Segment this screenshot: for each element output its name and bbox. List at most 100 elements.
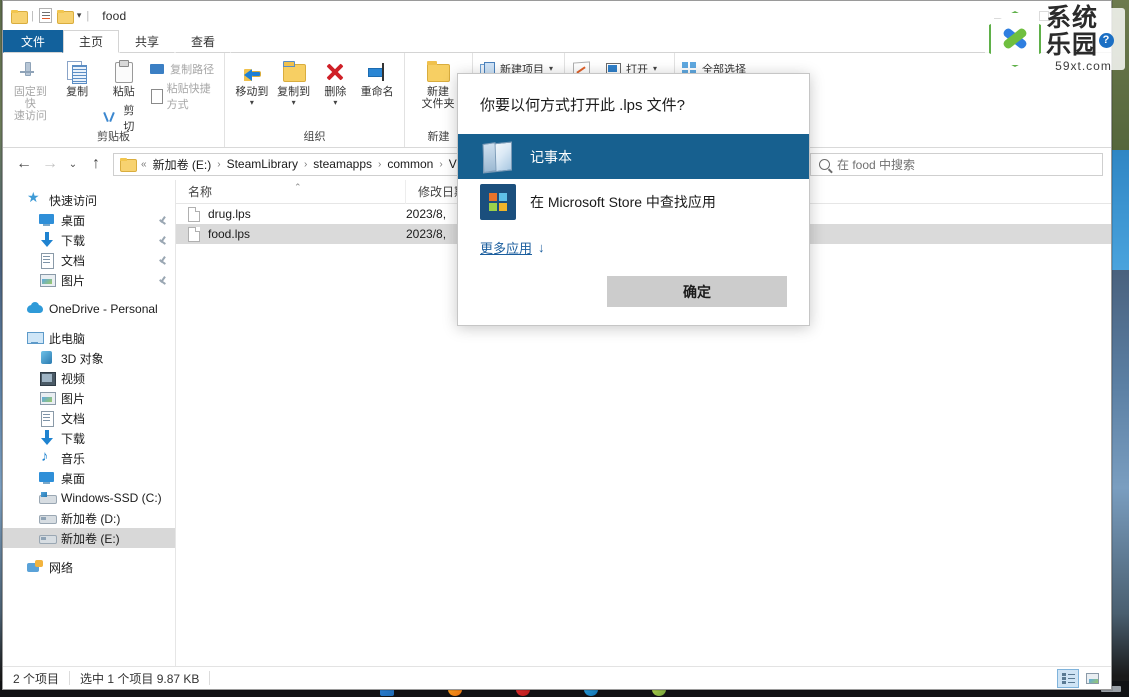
dialog-option-microsoft-store[interactable]: 在 Microsoft Store 中查找应用 [458,179,809,224]
sidebar-gap-3 [3,548,175,557]
sidebar-item-music[interactable]: 音乐 [3,448,175,468]
dialog-option-notepad[interactable]: 记事本 [458,134,809,179]
sidebar-item-downloads[interactable]: 下载 [3,428,175,448]
large-icons-view-button[interactable] [1081,669,1103,688]
download-icon [39,430,55,446]
title-bar: | ▾ | food ✕ [3,1,1111,30]
breadcrumb-item-3[interactable]: common [387,157,433,171]
copy-to-chevron-down-icon[interactable]: ▾ [292,100,296,106]
pin-icon[interactable] [158,276,167,285]
up-button[interactable]: ↑ [83,151,109,177]
maximize-button[interactable] [1021,1,1066,30]
os-drive-icon [39,490,55,506]
documents-icon [39,410,55,426]
breadcrumb-separator-1[interactable]: › [302,159,309,170]
sidebar-item-pictures[interactable]: 图片 [3,388,175,408]
search-box[interactable]: 在 food 中搜索 [811,153,1103,176]
drive-icon [39,530,55,546]
tab-home[interactable]: 主页 [63,30,119,53]
tab-share[interactable]: 共享 [119,30,175,53]
qat-divider-1: | [31,10,34,22]
breadcrumb-separator-3[interactable]: › [437,159,444,170]
navigation-pane[interactable]: 快速访问 桌面 下载 文档 图片 [3,180,176,666]
sidebar-item-downloads-qa[interactable]: 下载 [3,230,175,250]
videos-icon [39,370,55,386]
breadcrumb-overflow-icon[interactable]: « [139,159,149,170]
dialog-more-apps-label: 更多应用 [480,238,532,257]
delete-chevron-down-icon[interactable]: ▾ [333,100,337,106]
organize-group-title: 组织 [231,128,398,146]
properties-icon[interactable] [39,8,52,23]
breadcrumb-separator-0[interactable]: › [215,159,222,170]
breadcrumb-item-1[interactable]: SteamLibrary [227,157,298,171]
breadcrumb-item-4[interactable]: V [449,157,457,171]
paste-button[interactable]: 粘贴 剪切 [102,56,145,134]
sidebar-item-videos[interactable]: 视频 [3,368,175,388]
sidebar-item-onedrive[interactable]: OneDrive - Personal [3,299,175,319]
sidebar-item-documents[interactable]: 文档 [3,408,175,428]
new-folder-icon[interactable] [57,10,72,22]
column-header-name[interactable]: 名称 ⌃ [176,180,406,204]
sidebar-item-this-pc[interactable]: 此电脑 [3,328,175,348]
open-with-dialog: 你要以何方式打开此 .lps 文件? 记事本 在 Microsoft Store… [457,73,810,326]
move-to-chevron-down-icon[interactable]: ▾ [250,100,254,106]
sidebar-item-3d-objects[interactable]: 3D 对象 [3,348,175,368]
sidebar-item-quick-access[interactable]: 快速访问 [3,190,175,210]
new-item-chevron-down-icon[interactable]: ▾ [549,66,553,72]
dialog-more-apps-link[interactable]: 更多应用 ↓ [458,224,809,257]
copy-path-button[interactable]: 复制路径 [149,61,218,77]
recent-locations-button[interactable]: ⌄ [63,151,83,177]
pin-icon[interactable] [158,236,167,245]
chevron-down-icon[interactable]: ▾ [77,10,82,21]
sidebar-label: 网络 [49,559,73,576]
pin-icon[interactable] [158,216,167,225]
sidebar-item-desktop[interactable]: 桌面 [3,468,175,488]
open-chevron-down-icon[interactable]: ▾ [653,66,657,72]
copy-label: 复制 [66,86,88,98]
sidebar-item-pictures-qa[interactable]: 图片 [3,270,175,290]
file-name-label: drug.lps [208,207,251,221]
documents-icon [39,252,55,268]
sidebar-item-windows-ssd-c[interactable]: Windows-SSD (C:) [3,488,175,508]
pin-to-quick-access-button[interactable]: 固定到快速访问 [9,56,52,122]
star-icon [27,192,43,208]
sidebar-label: 桌面 [61,470,85,487]
sidebar-item-documents-qa[interactable]: 文档 [3,250,175,270]
pin-icon[interactable] [158,256,167,265]
file-name-cell[interactable]: drug.lps [176,207,406,222]
ok-button[interactable]: 确定 [607,276,787,307]
copy-button[interactable]: 复制 [56,56,99,98]
breadcrumb-separator-2[interactable]: › [376,159,383,170]
view-mode-buttons [1057,669,1111,688]
breadcrumb-item-0[interactable]: 新加卷 (E:) [153,156,212,173]
copy-icon [65,60,89,84]
close-button[interactable]: ✕ [1066,1,1111,30]
sidebar-item-volume-d[interactable]: 新加卷 (D:) [3,508,175,528]
paste-shortcut-button[interactable]: 粘贴快捷方式 [149,80,218,112]
rename-button[interactable]: 重命名 [356,56,398,98]
breadcrumb-item-2[interactable]: steamapps [313,157,372,171]
copy-to-label: 复制到 [277,86,310,98]
copy-to-button[interactable]: 复制到 ▾ [273,56,315,106]
quick-access-toolbar[interactable]: | ▾ | food [3,8,126,23]
forward-button[interactable]: → [37,151,63,177]
details-view-button[interactable] [1057,669,1079,688]
qat-divider-2: | [86,10,89,22]
column-header-name-label: 名称 [188,183,212,200]
this-pc-icon [27,330,43,346]
back-button[interactable]: ← [11,151,37,177]
file-name-cell[interactable]: food.lps [176,227,406,242]
move-to-button[interactable]: 移动到 ▾ [231,56,273,106]
microsoft-store-icon [480,184,516,220]
file-icon [188,227,200,242]
tab-file[interactable]: 文件 [3,30,63,53]
delete-button[interactable]: 删除 ▾ [315,56,357,106]
sidebar-item-volume-e[interactable]: 新加卷 (E:) [3,528,175,548]
sidebar-item-desktop-qa[interactable]: 桌面 [3,210,175,230]
rename-icon [365,60,389,84]
minimize-button[interactable] [976,1,1021,30]
sidebar-label: 下载 [61,232,85,249]
tab-view[interactable]: 查看 [175,30,231,53]
sidebar-item-network[interactable]: 网络 [3,557,175,577]
sidebar-gap-1 [3,290,175,299]
